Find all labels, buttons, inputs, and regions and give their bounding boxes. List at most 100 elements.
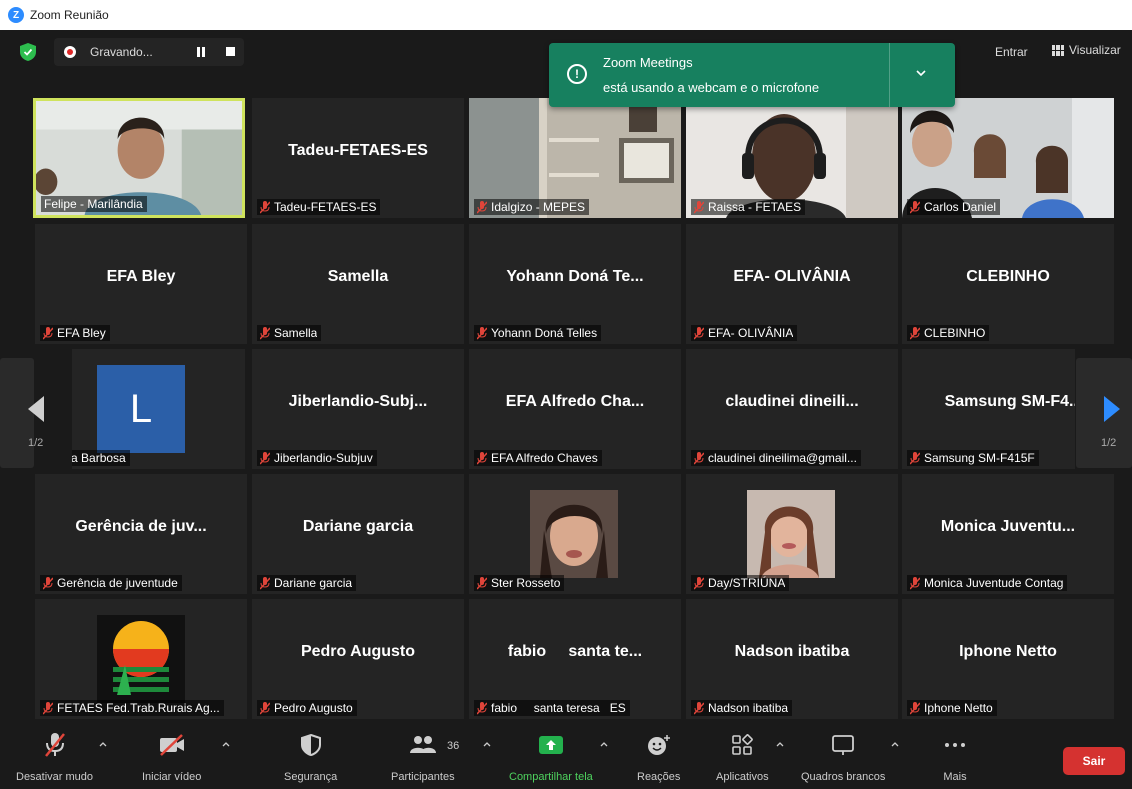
muted-mic-icon — [43, 701, 53, 715]
participant-tile[interactable]: Dariane garcia Dariane garcia — [252, 474, 464, 594]
notification-divider — [889, 43, 890, 107]
participant-tile[interactable]: Jiberlandio-Subj... Jiberlandio-Subjuv — [252, 349, 464, 469]
participant-name-label: Gerência de juventude — [40, 575, 182, 591]
participant-display-name: Pedro Augusto — [300, 643, 416, 660]
fetaes-logo-avatar — [97, 615, 185, 703]
page-indicator-right: 1/2 — [1101, 437, 1117, 449]
participant-display-name: Samella — [327, 268, 389, 285]
participant-display-name: EFA- OLIVÂNIA — [733, 268, 851, 285]
zoom-window: Z Zoom Reunião Gravando... ! Zoom Meetin… — [0, 0, 1132, 789]
participant-display-name: fabio santa te... — [507, 643, 643, 660]
participant-tile[interactable]: fabio santa te... fabio santa teresa ES — [469, 599, 681, 719]
stop-recording-button[interactable] — [226, 47, 235, 56]
participant-tile[interactable]: Samella Samella — [252, 224, 464, 344]
participant-tile[interactable]: EFA- OLIVÂNIA EFA- OLIVÂNIA — [686, 224, 898, 344]
participant-name-label: FETAES Fed.Trab.Rurais Ag... — [40, 700, 224, 716]
whiteboard-icon — [828, 731, 858, 759]
participant-tile[interactable]: CLEBINHO CLEBINHO — [902, 224, 1114, 344]
participant-display-name: EFA Bley — [106, 268, 176, 285]
start-video-button[interactable]: Iniciar vídeo — [142, 731, 201, 783]
participant-display-name: CLEBINHO — [966, 268, 1050, 285]
participant-tile[interactable]: Monica Juventu... Monica Juventude Conta… — [902, 474, 1114, 594]
whiteboards-button[interactable]: Quadros brancos — [801, 731, 885, 783]
participant-name-label: Iphone Netto — [907, 700, 997, 716]
participant-tile[interactable]: claudinei dineili... claudinei dineilima… — [686, 349, 898, 469]
participant-name-label: Yohann Doná Telles — [474, 325, 602, 341]
muted-mic-icon — [43, 576, 53, 590]
participant-tile[interactable]: Pedro Augusto Pedro Augusto — [252, 599, 464, 719]
grid-view-icon — [1052, 44, 1064, 56]
reactions-emoji-icon — [644, 731, 674, 759]
participant-tile[interactable]: Gerência de juv... Gerência de juventude — [35, 474, 247, 594]
participant-tile[interactable]: Day/STRIÚNA — [686, 474, 898, 594]
chevron-down-icon[interactable] — [913, 65, 929, 81]
muted-mic-icon — [694, 701, 704, 715]
participant-tile[interactable]: Felipe - Marilândia — [33, 98, 245, 218]
muted-mic-icon — [694, 576, 704, 590]
participant-tile[interactable]: Nadson ibatiba Nadson ibatiba — [686, 599, 898, 719]
encryption-shield-icon[interactable] — [20, 43, 36, 61]
muted-mic-icon — [910, 326, 920, 340]
audio-options-caret-icon[interactable] — [99, 741, 107, 747]
participant-tile[interactable]: Idalgizo - MEPES — [469, 98, 681, 218]
participant-tile[interactable]: Tadeu-FETAES-ES Tadeu-FETAES-ES — [252, 98, 464, 218]
participant-tile[interactable]: L Larissa Barbosa — [72, 349, 245, 469]
muted-mic-icon — [260, 326, 270, 340]
share-options-caret-icon[interactable] — [600, 741, 608, 747]
participant-name-label: Ster Rosseto — [474, 575, 565, 591]
whiteboards-options-caret-icon[interactable] — [891, 741, 899, 747]
participant-tile[interactable]: Carlos Daniel — [902, 98, 1114, 218]
leave-meeting-button[interactable]: Sair — [1063, 747, 1125, 775]
info-icon: ! — [567, 64, 587, 84]
view-button[interactable]: Visualizar — [1052, 43, 1121, 57]
reactions-button[interactable]: Reações — [637, 731, 680, 783]
webcam-notification[interactable]: ! Zoom Meetings está usando a webcam e o… — [549, 43, 955, 107]
next-page-button[interactable] — [1076, 358, 1132, 468]
apps-button[interactable]: Aplicativos — [716, 731, 769, 783]
muted-mic-icon — [910, 451, 920, 465]
muted-mic-icon — [477, 576, 487, 590]
share-screen-button[interactable]: Compartilhar tela — [509, 731, 593, 783]
enter-fullscreen-button[interactable]: Entrar — [995, 45, 1028, 59]
participant-name-label: Monica Juventude Contag — [907, 575, 1068, 591]
participants-button[interactable]: Participantes — [391, 731, 455, 783]
participant-tile[interactable]: EFA Bley EFA Bley — [35, 224, 247, 344]
participant-tile[interactable]: Yohann Doná Te... Yohann Doná Telles — [469, 224, 681, 344]
more-button[interactable]: Mais — [940, 731, 970, 783]
participant-display-name: Yohann Doná Te... — [506, 268, 644, 285]
unmute-button[interactable]: Desativar mudo — [16, 731, 93, 783]
participant-tile[interactable]: Iphone Netto Iphone Netto — [902, 599, 1114, 719]
participant-name-label: Pedro Augusto — [257, 700, 357, 716]
muted-mic-icon — [260, 701, 270, 715]
participant-name-label: Tadeu-FETAES-ES — [257, 199, 381, 215]
security-shield-icon — [296, 731, 326, 759]
participant-display-name: EFA Alfredo Cha... — [505, 393, 645, 410]
video-options-caret-icon[interactable] — [222, 741, 230, 747]
participant-name-label: Carlos Daniel — [907, 199, 1001, 215]
pause-recording-button[interactable] — [196, 47, 206, 57]
security-button[interactable]: Segurança — [284, 731, 337, 783]
participant-name-label: Larissa Barbosa — [72, 450, 130, 466]
participant-display-name: Nadson ibatiba — [734, 643, 850, 660]
participant-tile[interactable]: Ster Rosseto — [469, 474, 681, 594]
participant-tile[interactable]: EFA Alfredo Cha... EFA Alfredo Chaves — [469, 349, 681, 469]
muted-mic-icon — [910, 576, 920, 590]
participant-tile[interactable]: Samsung SM-F4... Samsung SM-F415F — [902, 349, 1075, 469]
participant-tile[interactable]: FETAES Fed.Trab.Rurais Ag... — [35, 599, 247, 719]
participant-avatar — [530, 490, 618, 578]
notification-title: Zoom Meetings — [603, 55, 693, 70]
participant-display-name: Tadeu-FETAES-ES — [288, 142, 428, 159]
window-title: Zoom Reunião — [30, 8, 109, 22]
muted-mic-icon — [43, 326, 53, 340]
muted-mic-icon — [694, 200, 704, 214]
participants-options-caret-icon[interactable] — [483, 741, 491, 747]
participant-tile[interactable]: Raissa - FETAES — [686, 98, 898, 218]
apps-options-caret-icon[interactable] — [776, 741, 784, 747]
previous-page-button[interactable] — [0, 358, 44, 468]
participant-display-name: Monica Juventu... — [940, 518, 1076, 535]
apps-icon — [727, 731, 757, 759]
participants-icon — [408, 731, 438, 759]
muted-mic-icon — [477, 451, 487, 465]
participant-avatar: L — [97, 365, 185, 453]
muted-mic-icon — [694, 451, 704, 465]
